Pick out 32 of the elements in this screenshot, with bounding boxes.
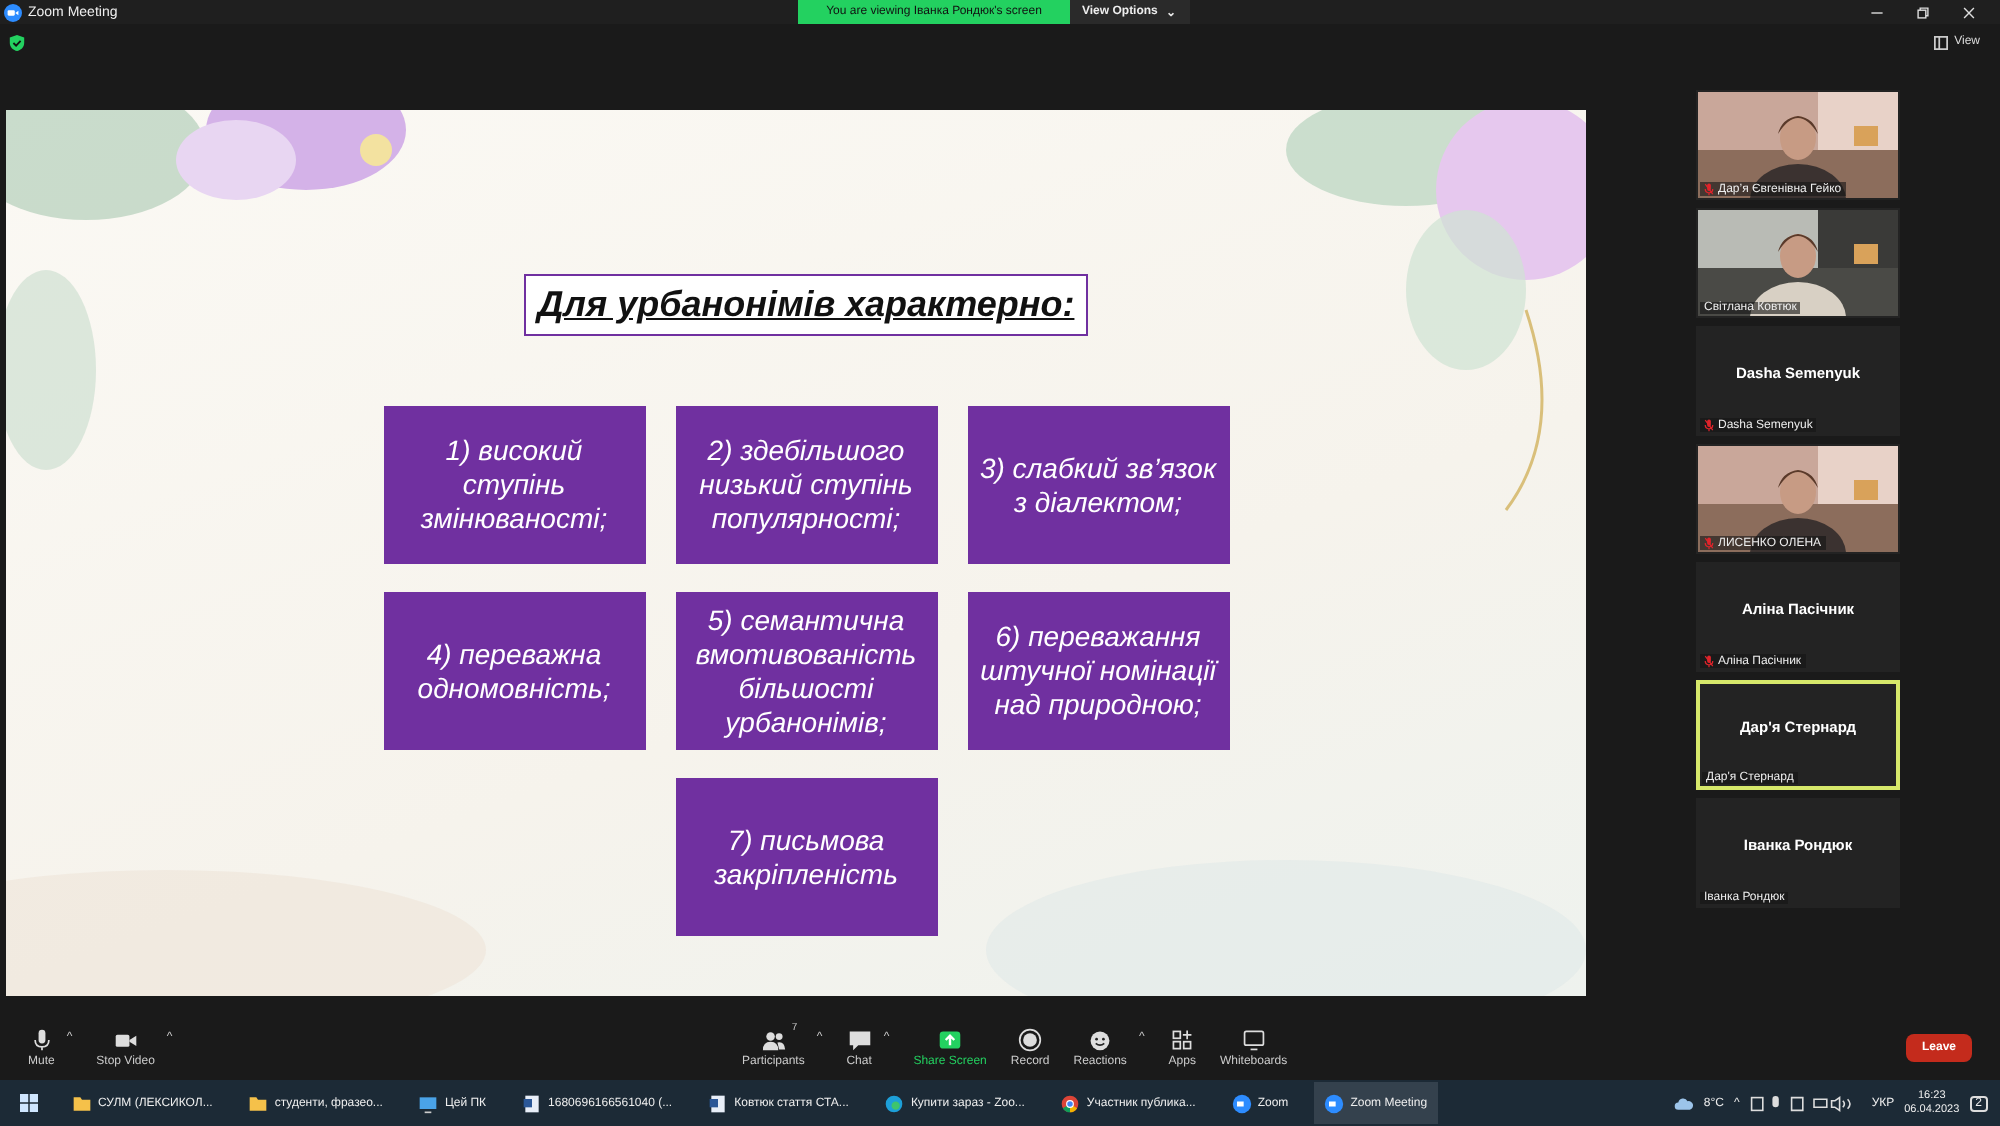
folder-icon: [248, 1093, 269, 1113]
zoom-logo-icon: [4, 3, 22, 21]
close-icon[interactable]: [1962, 5, 1976, 19]
document-icon: [522, 1093, 543, 1113]
microphone-icon: [29, 1028, 54, 1052]
browser-icon: [884, 1093, 905, 1113]
computer-icon: [418, 1093, 439, 1113]
shield-icon[interactable]: [8, 33, 26, 51]
restore-icon[interactable]: [1916, 5, 1930, 19]
share-screen-icon: [938, 1028, 963, 1052]
record-icon: [1018, 1028, 1043, 1052]
feature-card: 4) переважна одномовність;: [383, 592, 645, 750]
smiley-icon: [1088, 1028, 1113, 1052]
document-icon: [708, 1093, 729, 1113]
people-icon: [761, 1028, 786, 1052]
feature-card: 2) здебільшого низький ступінь популярності;: [675, 406, 937, 564]
layout-icon: [1934, 35, 1949, 49]
feature-card: 1) високий ступінь змінюваності;: [383, 406, 645, 564]
chat-icon: [847, 1028, 872, 1052]
whiteboard-icon: [1241, 1028, 1266, 1052]
apps-icon: [1170, 1028, 1195, 1052]
windows-start-icon[interactable]: [20, 1094, 38, 1112]
browser-icon: [1060, 1093, 1081, 1113]
feature-card: 5) семантична вмотивованість більшості урбанонімів;: [675, 592, 937, 750]
feature-card: 3) слабкий зв’язок з діалектом;: [967, 406, 1229, 564]
feature-card: 7) письмова закріпленість: [675, 778, 937, 936]
folder-icon: [72, 1093, 92, 1113]
zoom-icon: [1231, 1093, 1252, 1113]
slide-title: Для урбанонімів характерно:: [523, 274, 1089, 336]
cloud-icon[interactable]: [1673, 1093, 1694, 1113]
feature-card: 6) переважання штучної номінації над природною;: [967, 592, 1229, 750]
zoom-icon: [1324, 1093, 1345, 1113]
